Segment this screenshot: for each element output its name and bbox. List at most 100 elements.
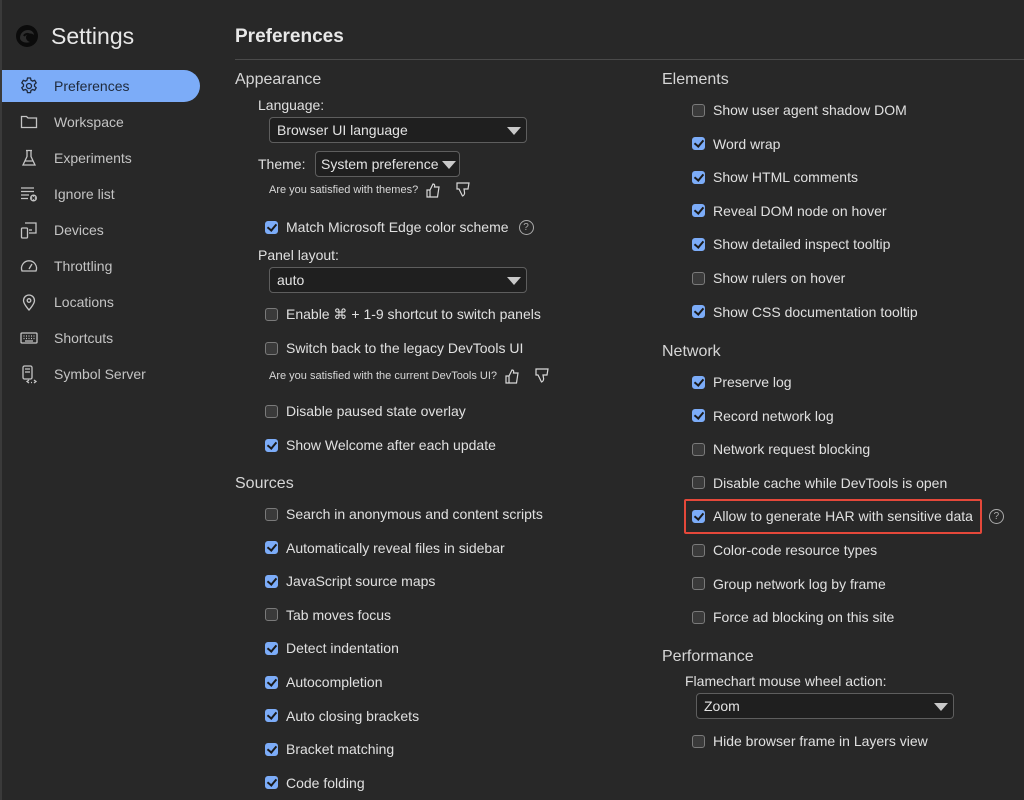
- theme-select-value: System preference: [321, 156, 439, 172]
- preserve-log-checkbox[interactable]: [692, 375, 705, 389]
- disable-cache-while-devtools-is-open-checkbox[interactable]: [692, 476, 705, 490]
- sidebar-item-experiments[interactable]: Experiments: [2, 142, 200, 174]
- disable-paused-overlay-row[interactable]: Disable paused state overlay: [265, 401, 466, 421]
- sidebar-item-preferences[interactable]: Preferences: [2, 70, 200, 102]
- checkbox-label: Show CSS documentation tooltip: [713, 303, 918, 320]
- disable-cache-while-devtools-is-open-row[interactable]: Disable cache while DevTools is open: [692, 473, 947, 493]
- hide-browser-frame-checkbox[interactable]: [692, 734, 705, 748]
- tab-moves-focus-checkbox[interactable]: [265, 608, 278, 622]
- sidebar-item-symbol-server[interactable]: Symbol Server: [2, 358, 200, 390]
- word-wrap-checkbox[interactable]: [692, 137, 705, 151]
- sidebar-item-workspace[interactable]: Workspace: [2, 106, 200, 138]
- reveal-dom-node-on-hover-row[interactable]: Reveal DOM node on hover: [692, 201, 887, 221]
- help-icon[interactable]: ?: [988, 508, 1004, 524]
- hide-browser-frame-row[interactable]: Hide browser frame in Layers view: [692, 731, 928, 751]
- flamechart-select-value: Zoom: [704, 698, 740, 714]
- language-select[interactable]: Browser UI language: [269, 117, 527, 143]
- sidebar-item-label: Ignore list: [54, 186, 115, 202]
- detect-indentation-checkbox[interactable]: [265, 641, 278, 655]
- bracket-matching-checkbox[interactable]: [265, 742, 278, 756]
- thumbs-down-icon[interactable]: [533, 367, 551, 385]
- auto-closing-brackets-row[interactable]: Auto closing brackets: [265, 706, 419, 726]
- show-user-agent-shadow-dom-row[interactable]: Show user agent shadow DOM: [692, 100, 907, 120]
- sidebar-item-shortcuts[interactable]: Shortcuts: [2, 322, 200, 354]
- location-pin-icon: [22, 294, 36, 311]
- auto-closing-brackets-checkbox[interactable]: [265, 709, 278, 723]
- flamechart-label: Flamechart mouse wheel action:: [685, 673, 887, 689]
- ignore-list-icon: [21, 187, 37, 202]
- checkbox-label: Show Welcome after each update: [286, 437, 496, 453]
- enable-shortcut-row[interactable]: Enable ⌘ + 1-9 shortcut to switch panels: [265, 304, 541, 324]
- show-rulers-on-hover-row[interactable]: Show rulers on hover: [692, 268, 845, 288]
- show-welcome-row[interactable]: Show Welcome after each update: [265, 435, 496, 455]
- show-welcome-checkbox[interactable]: [265, 438, 278, 452]
- sidebar-item-locations[interactable]: Locations: [2, 286, 200, 318]
- enable-shortcut-checkbox[interactable]: [265, 307, 278, 321]
- javascript-source-maps-row[interactable]: JavaScript source maps: [265, 571, 435, 591]
- color-code-resource-types-checkbox[interactable]: [692, 543, 705, 557]
- checkbox-label: JavaScript source maps: [286, 573, 436, 590]
- show-detailed-inspect-tooltip-row[interactable]: Show detailed inspect tooltip: [692, 234, 890, 254]
- show-css-documentation-tooltip-row[interactable]: Show CSS documentation tooltip: [692, 302, 918, 322]
- thumbs-up-icon[interactable]: [503, 367, 521, 385]
- legacy-ui-row[interactable]: Switch back to the legacy DevTools UI: [265, 338, 523, 358]
- chevron-down-icon: [507, 277, 521, 285]
- group-network-log-by-frame-row[interactable]: Group network log by frame: [692, 574, 886, 594]
- group-network-log-by-frame-checkbox[interactable]: [692, 577, 705, 591]
- show-html-comments-checkbox[interactable]: [692, 170, 705, 184]
- word-wrap-row[interactable]: Word wrap: [692, 134, 780, 154]
- brand: Settings: [15, 23, 134, 49]
- automatically-reveal-files-in-sidebar-row[interactable]: Automatically reveal files in sidebar: [265, 538, 505, 558]
- devtools-ui-feedback-text: Are you satisfied with the current DevTo…: [269, 370, 498, 382]
- search-in-anonymous-and-content-scripts-checkbox[interactable]: [265, 507, 278, 521]
- force-ad-blocking-on-this-site-checkbox[interactable]: [692, 610, 705, 624]
- javascript-source-maps-checkbox[interactable]: [265, 574, 278, 588]
- sidebar-item-devices[interactable]: Devices: [2, 214, 200, 246]
- thumbs-down-icon[interactable]: [454, 181, 472, 199]
- search-in-anonymous-and-content-scripts-row[interactable]: Search in anonymous and content scripts: [265, 504, 543, 524]
- record-network-log-row[interactable]: Record network log: [692, 406, 834, 426]
- show-detailed-inspect-tooltip-checkbox[interactable]: [692, 237, 705, 251]
- detect-indentation-row[interactable]: Detect indentation: [265, 638, 399, 658]
- show-html-comments-row[interactable]: Show HTML comments: [692, 167, 858, 187]
- record-network-log-checkbox[interactable]: [692, 409, 705, 423]
- reveal-dom-node-on-hover-checkbox[interactable]: [692, 204, 705, 218]
- theme-select[interactable]: System preference: [315, 151, 460, 177]
- disable-paused-overlay-checkbox[interactable]: [265, 404, 278, 418]
- autocompletion-row[interactable]: Autocompletion: [265, 672, 383, 692]
- thumbs-up-icon[interactable]: [424, 181, 442, 199]
- autocompletion-checkbox[interactable]: [265, 675, 278, 689]
- force-ad-blocking-on-this-site-row[interactable]: Force ad blocking on this site: [692, 607, 894, 627]
- match-edge-color-scheme-checkbox[interactable]: [265, 220, 278, 234]
- checkbox-label: Word wrap: [713, 135, 781, 152]
- edge-logo-icon: [16, 25, 38, 47]
- sidebar-item-label: Preferences: [54, 78, 130, 94]
- code-folding-checkbox[interactable]: [265, 776, 278, 790]
- sidebar-item-throttling[interactable]: Throttling: [2, 250, 200, 282]
- code-folding-row[interactable]: Code folding: [265, 773, 365, 793]
- color-code-resource-types-row[interactable]: Color-code resource types: [692, 540, 877, 560]
- sidebar-item-ignore-list[interactable]: Ignore list: [2, 178, 200, 210]
- settings-nav: Preferences Workspace Experiments Ignore…: [2, 70, 200, 394]
- checkbox-label: Record network log: [713, 407, 834, 424]
- show-css-documentation-tooltip-checkbox[interactable]: [692, 305, 705, 319]
- help-icon[interactable]: ?: [518, 219, 534, 235]
- panel-layout-label: Panel layout:: [258, 247, 339, 263]
- network-request-blocking-checkbox[interactable]: [692, 442, 705, 456]
- preserve-log-row[interactable]: Preserve log: [692, 372, 792, 392]
- keyboard-icon: [20, 332, 38, 344]
- legacy-ui-checkbox[interactable]: [265, 341, 278, 355]
- network-request-blocking-row[interactable]: Network request blocking: [692, 439, 870, 459]
- panel-layout-select-value: auto: [277, 272, 305, 288]
- automatically-reveal-files-in-sidebar-checkbox[interactable]: [265, 541, 278, 555]
- devices-icon: [20, 222, 37, 239]
- show-user-agent-shadow-dom-checkbox[interactable]: [692, 103, 705, 117]
- match-edge-color-scheme-row[interactable]: Match Microsoft Edge color scheme ?: [265, 217, 534, 237]
- bracket-matching-row[interactable]: Bracket matching: [265, 739, 394, 759]
- show-rulers-on-hover-checkbox[interactable]: [692, 271, 705, 285]
- sidebar-item-label: Workspace: [54, 114, 124, 130]
- checkbox-label: Auto closing brackets: [286, 707, 420, 724]
- flamechart-select[interactable]: Zoom: [696, 693, 954, 719]
- tab-moves-focus-row[interactable]: Tab moves focus: [265, 605, 391, 625]
- panel-layout-select[interactable]: auto: [269, 267, 527, 293]
